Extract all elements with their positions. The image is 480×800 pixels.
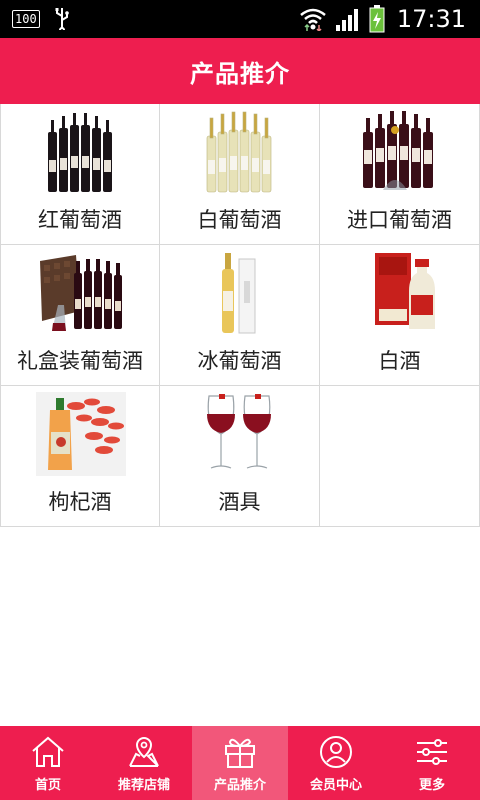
product-gift-box-wine[interactable]: 礼盒装葡萄酒 <box>0 245 160 385</box>
product-ice-wine[interactable]: 冰葡萄酒 <box>160 245 320 385</box>
baijiu-bottle-icon <box>375 253 435 329</box>
home-icon <box>32 736 64 767</box>
nav-label: 推荐店铺 <box>117 778 170 793</box>
white-wine-bottles-icon <box>206 111 272 193</box>
grid-row: 枸杞酒 酒具 <box>0 386 480 527</box>
status-bar: 100 17:31 <box>0 0 480 38</box>
red-wine-bottles-icon <box>48 113 112 192</box>
product-baijiu[interactable]: 白酒 <box>320 245 480 385</box>
product-imported-wine[interactable]: 进口葡萄酒 <box>320 104 480 244</box>
clock: 17:31 <box>396 5 466 33</box>
nav-more[interactable]: 更多 <box>384 726 480 800</box>
page-title: 产品推介 <box>190 59 290 88</box>
user-circle-icon <box>320 736 352 768</box>
nav-member-center[interactable]: 会员中心 <box>288 726 384 800</box>
product-label: 进口葡萄酒 <box>347 208 452 232</box>
battery-charging-icon <box>369 5 385 33</box>
nav-recommended-stores[interactable]: 推荐店铺 <box>96 726 192 800</box>
ice-wine-bottle-icon <box>222 253 256 334</box>
nav-home[interactable]: 首页 <box>0 726 96 800</box>
product-red-wine[interactable]: 红葡萄酒 <box>0 104 160 244</box>
grid-row: 礼盒装葡萄酒 冰葡萄酒 白酒 <box>0 245 480 386</box>
usb-icon <box>55 8 69 30</box>
product-white-wine[interactable]: 白葡萄酒 <box>160 104 320 244</box>
signal-icon <box>335 9 358 31</box>
battery-100-badge: 100 <box>12 10 40 28</box>
nav-label: 更多 <box>418 778 445 793</box>
product-label: 枸杞酒 <box>48 490 112 514</box>
product-goji-wine[interactable]: 枸杞酒 <box>0 386 160 526</box>
product-label: 冰葡萄酒 <box>197 349 282 373</box>
product-label: 礼盒装葡萄酒 <box>17 349 143 373</box>
imported-wine-bottles-icon <box>363 111 433 190</box>
nav-product-promo[interactable]: 产品推介 <box>192 726 288 800</box>
product-grid: 红葡萄酒 白葡萄酒 进口葡萄酒 礼盒装葡萄酒 冰葡萄酒 白酒 枸杞酒 酒具 <box>0 104 480 527</box>
gift-box-wine-icon <box>40 255 122 331</box>
product-label: 红葡萄酒 <box>38 208 122 232</box>
grid-row: 红葡萄酒 白葡萄酒 进口葡萄酒 <box>0 104 480 245</box>
product-label: 白酒 <box>378 349 421 373</box>
empty-cell <box>320 386 480 526</box>
nav-label: 会员中心 <box>309 778 362 793</box>
map-pin-icon <box>129 736 159 767</box>
product-label: 白葡萄酒 <box>197 208 282 232</box>
product-wine-glassware[interactable]: 酒具 <box>160 386 320 526</box>
goji-wine-icon <box>36 392 126 476</box>
nav-label: 产品推介 <box>213 778 266 793</box>
gift-icon <box>225 738 255 768</box>
page-header: 产品推介 <box>0 38 480 104</box>
product-label: 酒具 <box>218 490 261 514</box>
wine-glasses-icon <box>207 394 271 469</box>
wifi-icon <box>300 8 326 31</box>
nav-label: 首页 <box>34 778 61 793</box>
sliders-icon <box>417 739 447 765</box>
bottom-nav: 首页 推荐店铺 产品推介 会员中心 更多 <box>0 726 480 800</box>
